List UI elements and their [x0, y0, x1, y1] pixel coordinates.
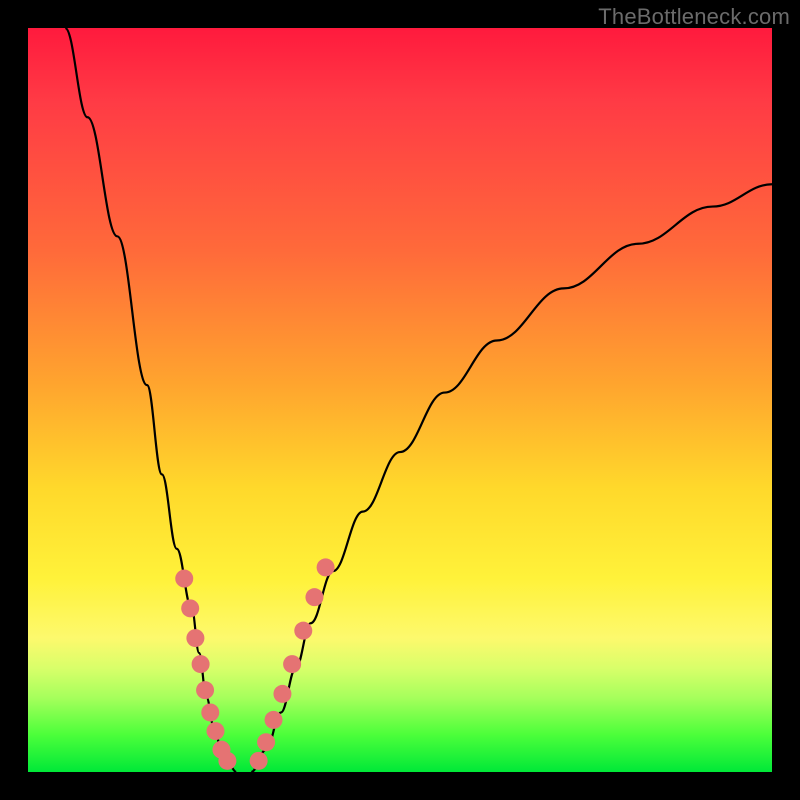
data-dot	[196, 681, 214, 699]
data-dot	[317, 558, 335, 576]
watermark-text: TheBottleneck.com	[598, 4, 790, 30]
dots-left-group	[175, 570, 236, 770]
chart-frame: TheBottleneck.com	[0, 0, 800, 800]
data-dot	[250, 752, 268, 770]
curve-right-branch	[251, 184, 772, 772]
data-dot	[206, 722, 224, 740]
data-dot	[305, 588, 323, 606]
curve-left-branch	[65, 28, 236, 772]
plot-area	[28, 28, 772, 772]
data-dot	[257, 733, 275, 751]
data-dot	[175, 570, 193, 588]
dots-right-group	[250, 558, 335, 769]
data-dot	[201, 703, 219, 721]
data-dot	[181, 599, 199, 617]
data-dot	[265, 711, 283, 729]
data-dot	[186, 629, 204, 647]
data-dot	[283, 655, 301, 673]
data-dot	[192, 655, 210, 673]
data-dot	[273, 685, 291, 703]
curve-svg	[28, 28, 772, 772]
data-dot	[218, 752, 236, 770]
data-dot	[294, 622, 312, 640]
